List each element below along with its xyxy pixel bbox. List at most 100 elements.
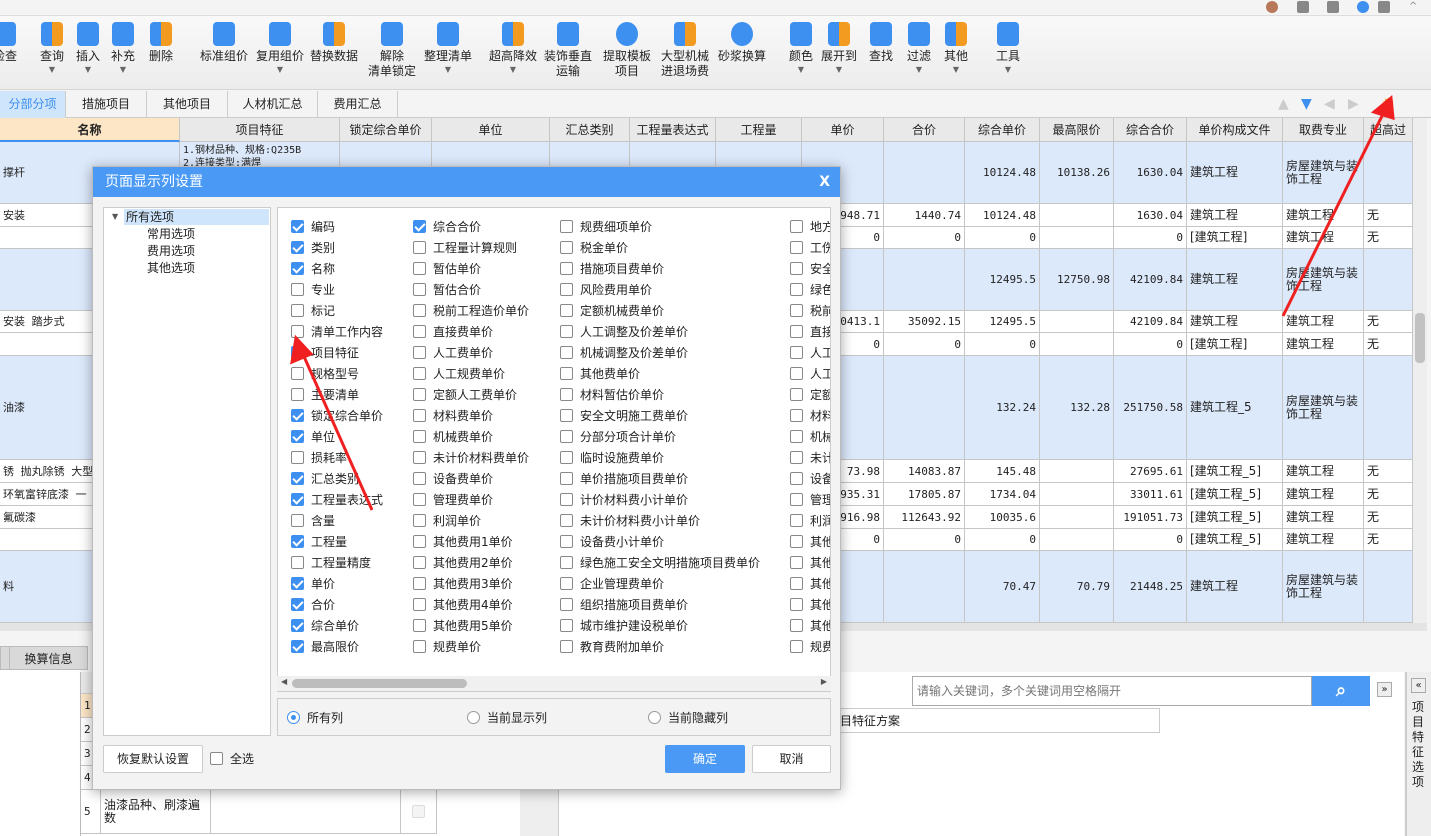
checkbox-icon[interactable] [413, 598, 426, 611]
checkbox-icon[interactable] [291, 493, 304, 506]
checkbox-icon[interactable] [413, 304, 426, 317]
column-option-checkbox[interactable]: 其他费用3单价 [413, 575, 513, 593]
checkbox-icon[interactable] [560, 220, 573, 233]
feature-name-cell[interactable]: 油漆品种、刷漆遍 数 [101, 790, 211, 834]
output-checkbox-cell[interactable] [401, 790, 437, 834]
column-option-checkbox[interactable]: 设备 [790, 470, 830, 488]
checkbox-icon[interactable] [291, 514, 304, 527]
column-option-checkbox[interactable]: 含量 [291, 512, 335, 530]
toolbar-button-20[interactable]: 工具 ▼ [976, 22, 1040, 76]
checkbox-icon[interactable] [291, 220, 304, 233]
checkbox-icon[interactable] [560, 241, 573, 254]
checkbox-icon[interactable] [790, 409, 803, 422]
column-option-checkbox[interactable]: 安全文明施工费单价 [560, 407, 688, 425]
column-header[interactable]: 名称 [0, 118, 180, 142]
checkbox-icon[interactable] [291, 619, 304, 632]
column-header[interactable]: 项目特征 [180, 118, 340, 142]
checkbox-icon[interactable] [560, 367, 573, 380]
checkbox-icon[interactable] [790, 535, 803, 548]
checkbox-icon[interactable] [291, 640, 304, 653]
column-option-checkbox[interactable]: 规费 [790, 638, 830, 656]
column-option-checkbox[interactable]: 税前 [790, 302, 830, 320]
column-option-checkbox[interactable]: 利润 [790, 512, 830, 530]
column-option-checkbox[interactable]: 其他 [790, 575, 830, 593]
column-option-checkbox[interactable]: 企业管理费单价 [560, 575, 664, 593]
toolbar-button-9[interactable]: 整理清单 ▼ [416, 22, 480, 76]
checkbox-icon[interactable] [560, 535, 573, 548]
avatar[interactable] [1266, 1, 1278, 13]
checkbox-icon[interactable] [790, 451, 803, 464]
column-settings-icon[interactable]: ⚙ [1382, 96, 1395, 112]
checkbox-icon[interactable] [790, 367, 803, 380]
tree-collapse-icon[interactable]: ▼ [112, 209, 118, 225]
checkbox-icon[interactable] [413, 367, 426, 380]
column-option-checkbox[interactable]: 材料费单价 [413, 407, 493, 425]
cancel-button[interactable]: 取消 [752, 745, 831, 773]
column-option-checkbox[interactable]: 设备费小计单价 [560, 533, 664, 551]
checkbox-icon[interactable] [560, 304, 573, 317]
column-option-checkbox[interactable]: 编码 [291, 218, 335, 236]
column-option-checkbox[interactable]: 其他费用4单价 [413, 596, 513, 614]
checkbox-icon[interactable] [560, 598, 573, 611]
checkbox-icon[interactable] [291, 367, 304, 380]
column-option-checkbox[interactable]: 主要清单 [291, 386, 359, 404]
checkbox-icon[interactable] [413, 493, 426, 506]
radio-icon[interactable] [648, 711, 661, 724]
column-option-checkbox[interactable]: 损耗率 [291, 449, 347, 467]
checkbox-icon[interactable] [413, 535, 426, 548]
checkbox-icon[interactable] [291, 346, 304, 359]
column-option-checkbox[interactable]: 其他 [790, 533, 830, 551]
collapse-button[interactable]: « [1411, 678, 1426, 693]
move-right-icon[interactable]: ▶ [1348, 96, 1359, 112]
column-option-checkbox[interactable]: 合价 [291, 596, 335, 614]
close-icon[interactable]: X [819, 167, 830, 197]
column-option-checkbox[interactable]: 暂估合价 [413, 281, 481, 299]
checkbox-icon[interactable] [790, 493, 803, 506]
column-header[interactable]: 超高过 [1364, 118, 1413, 142]
checkbox-icon[interactable] [413, 451, 426, 464]
column-header[interactable]: 单价 [802, 118, 884, 142]
checkbox-icon[interactable] [790, 430, 803, 443]
column-option-checkbox[interactable]: 人工费单价 [413, 344, 493, 362]
checkbox-icon[interactable] [413, 241, 426, 254]
radio-icon[interactable] [287, 711, 300, 724]
column-option-checkbox[interactable]: 人工调整及价差单价 [560, 323, 688, 341]
column-option-checkbox[interactable]: 单价措施项目费单价 [560, 470, 688, 488]
checkbox-icon[interactable] [560, 283, 573, 296]
toolbar-button-12[interactable]: 提取模板 项目 [595, 22, 659, 79]
tab-2[interactable]: 其他项目 [147, 91, 228, 118]
column-option-checkbox[interactable]: 设备费单价 [413, 470, 493, 488]
column-option-checkbox[interactable]: 规费单价 [413, 638, 481, 656]
tree-item-fee[interactable]: 费用选项 [147, 243, 195, 259]
column-option-checkbox[interactable]: 工程量精度 [291, 554, 371, 572]
tab-0[interactable]: 分部分项 [0, 91, 66, 118]
checkbox-icon[interactable] [560, 640, 573, 653]
checkbox-icon[interactable] [413, 346, 426, 359]
column-option-checkbox[interactable]: 机械调整及价差单价 [560, 344, 688, 362]
move-down-icon[interactable]: ▼ [1301, 96, 1312, 112]
checkbox-icon[interactable] [790, 346, 803, 359]
checkbox-icon[interactable] [790, 472, 803, 485]
column-option-checkbox[interactable]: 地方 [790, 218, 830, 236]
column-option-checkbox[interactable]: 清单工作内容 [291, 323, 383, 341]
column-option-checkbox[interactable]: 税金单价 [560, 239, 628, 257]
column-option-checkbox[interactable]: 材料 [790, 407, 830, 425]
toolbar-button-14[interactable]: 砂浆换算 [710, 22, 774, 64]
checkbox-icon[interactable] [560, 493, 573, 506]
dropdown-arrow-icon[interactable]: ▼ [248, 64, 312, 76]
checkbox-icon[interactable] [790, 283, 803, 296]
column-header[interactable]: 单价构成文件 [1187, 118, 1283, 142]
checkbox-icon[interactable] [560, 430, 573, 443]
checkbox-icon[interactable] [790, 556, 803, 569]
checkbox-list-scrollbar[interactable]: ◀ ▶ [277, 676, 831, 691]
checkbox-icon[interactable] [413, 262, 426, 275]
checkbox-icon[interactable] [413, 577, 426, 590]
toolbar-button-11[interactable]: 装饰垂直 运输 [536, 22, 600, 79]
column-option-checkbox[interactable]: 材料暂估价单价 [560, 386, 664, 404]
tree-root[interactable]: 所有选项 [124, 209, 269, 225]
checkbox-icon[interactable] [291, 304, 304, 317]
column-option-checkbox[interactable]: 工伤 [790, 239, 830, 257]
checkbox-icon[interactable] [291, 535, 304, 548]
column-option-checkbox[interactable]: 绿色施工安全文明措施项目费单价 [560, 554, 760, 572]
column-option-checkbox[interactable]: 标记 [291, 302, 335, 320]
